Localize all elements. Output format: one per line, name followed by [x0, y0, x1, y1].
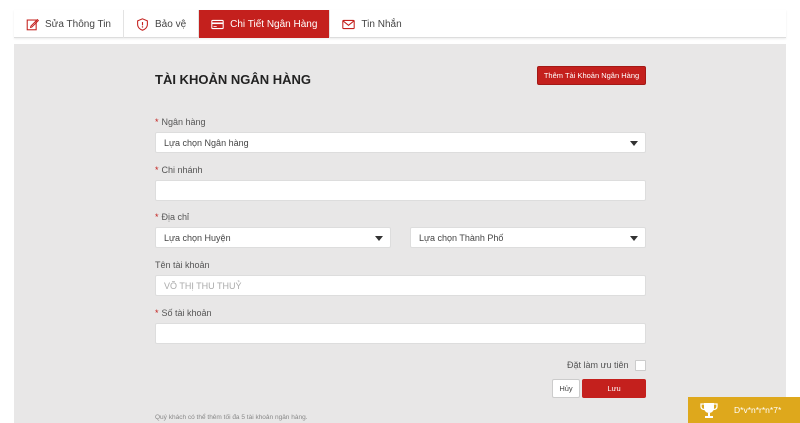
tab-label: Tin Nhắn — [361, 18, 402, 30]
bank-account-panel: TÀI KHOẢN NGÂN HÀNG Thêm Tài Khoản Ngân … — [14, 44, 786, 423]
branch-label: * Chi nhánh — [155, 165, 203, 175]
bank-select[interactable]: Lựa chọn Ngân hàng — [155, 132, 646, 153]
tab-edit-info[interactable]: Sửa Thông Tin — [14, 10, 124, 38]
tab-security[interactable]: Bảo vệ — [124, 10, 200, 38]
required-marker: * — [155, 165, 159, 175]
tab-bank-details[interactable]: Chi Tiết Ngân Hàng — [199, 10, 331, 38]
city-select-value: Lựa chọn Thành Phố — [419, 232, 504, 243]
branch-input[interactable] — [155, 180, 646, 201]
required-marker: * — [155, 212, 159, 222]
tab-label: Sửa Thông Tin — [45, 18, 111, 30]
district-select-value: Lựa chọn Huyện — [164, 232, 231, 243]
bank-label: * Ngân hàng — [155, 117, 206, 127]
tab-bar: Sửa Thông Tin Bảo vệ Chi Tiết Ngân Hàng … — [14, 10, 786, 38]
district-select[interactable]: Lựa chọn Huyện — [155, 227, 391, 248]
tab-label: Bảo vệ — [155, 18, 187, 30]
account-limit-note: Quý khách có thể thêm tối đa 5 tài khoản… — [155, 414, 308, 421]
edit-icon — [26, 18, 39, 30]
shield-icon — [137, 17, 148, 31]
account-name-label: Tên tài khoản — [155, 260, 210, 270]
required-marker: * — [155, 308, 159, 318]
promo-text: D*v*n*r*n*7* — [734, 405, 782, 415]
account-name-input[interactable]: VÕ THỊ THU THUỶ — [155, 275, 646, 296]
city-select[interactable]: Lựa chọn Thành Phố — [410, 227, 646, 248]
dropdown-arrow-icon — [630, 236, 638, 241]
address-label: * Địa chỉ — [155, 212, 190, 222]
card-icon — [211, 19, 224, 29]
cancel-button[interactable]: Hủy — [552, 379, 580, 398]
tab-messages[interactable]: Tin Nhắn — [330, 10, 413, 38]
tab-label: Chi Tiết Ngân Hàng — [230, 18, 318, 30]
preferred-checkbox[interactable] — [635, 360, 646, 371]
dropdown-arrow-icon — [375, 236, 383, 241]
required-marker: * — [155, 117, 159, 127]
account-number-label: * Số tài khoản — [155, 308, 212, 318]
add-bank-account-button[interactable]: Thêm Tài Khoản Ngân Hàng — [537, 66, 646, 85]
trophy-icon — [700, 403, 718, 418]
save-button[interactable]: Lưu — [582, 379, 646, 398]
promo-badge[interactable]: D*v*n*r*n*7* — [688, 397, 800, 423]
bank-select-value: Lựa chọn Ngân hàng — [164, 137, 249, 148]
account-number-input[interactable] — [155, 323, 646, 344]
preferred-label: Đặt làm ưu tiên — [567, 360, 629, 370]
account-name-placeholder: VÕ THỊ THU THUỶ — [164, 280, 242, 291]
dropdown-arrow-icon — [630, 141, 638, 146]
mail-icon — [342, 19, 356, 29]
page-title: TÀI KHOẢN NGÂN HÀNG — [155, 72, 311, 87]
